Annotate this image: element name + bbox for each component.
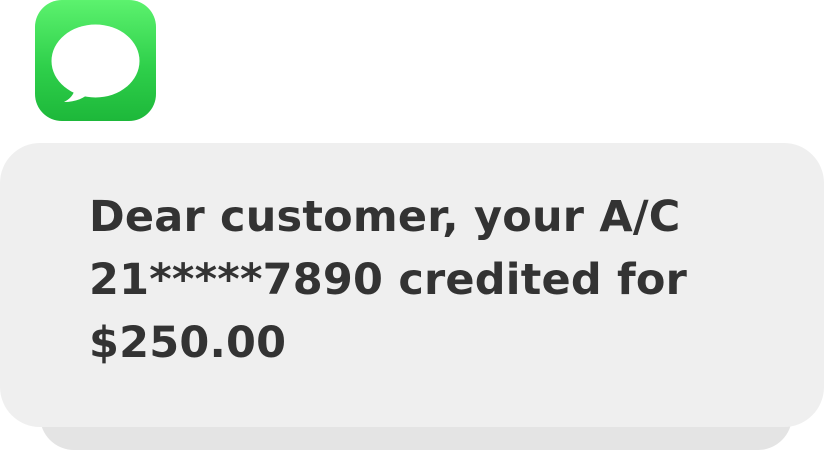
notification-message: Dear customer, your A/C 21*****7890 cred… (89, 192, 688, 368)
chat-bubble-icon (51, 24, 140, 102)
messages-app-icon[interactable] (35, 0, 156, 121)
notification-canvas: Dear customer, your A/C 21*****7890 cred… (0, 0, 824, 452)
